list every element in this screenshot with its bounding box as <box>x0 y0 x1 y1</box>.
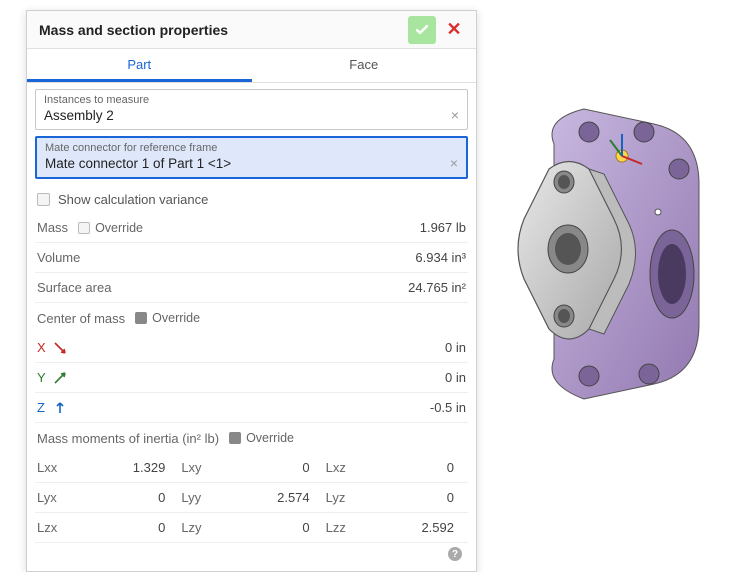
tabs: Part Face <box>27 49 476 83</box>
panel-header: Mass and section properties ✕ <box>27 11 476 49</box>
mass-override-checkbox[interactable] <box>78 222 90 234</box>
instances-label: Instances to measure <box>44 94 459 106</box>
confirm-button[interactable] <box>408 16 436 44</box>
surface-area-value: 24.765 in² <box>408 280 466 295</box>
tab-face[interactable]: Face <box>252 49 477 82</box>
center-of-mass-label: Center of mass <box>37 311 125 326</box>
lxx-value: 1.329 <box>71 453 179 483</box>
show-variance-row[interactable]: Show calculation variance <box>35 185 468 213</box>
axis-x-value: 0 in <box>445 340 466 355</box>
axis-x-name: X <box>37 340 51 355</box>
help-icon[interactable]: ? <box>448 547 462 561</box>
lyx-label: Lyx <box>35 483 71 513</box>
clear-instances-icon[interactable]: × <box>451 107 459 123</box>
mass-override-label: Override <box>95 221 143 235</box>
lzy-label: Lzy <box>179 513 215 543</box>
surface-area-label: Surface area <box>37 280 111 295</box>
center-of-mass-head: Center of mass Override <box>35 303 468 333</box>
lyz-label: Lyz <box>324 483 360 513</box>
com-override-checkbox[interactable] <box>135 312 147 324</box>
panel-body: Instances to measure Assembly 2 × Mate c… <box>27 83 476 571</box>
show-variance-checkbox[interactable] <box>37 193 50 206</box>
mate-connector-field[interactable]: Mate connector for reference frame Mate … <box>35 136 468 179</box>
lxz-label: Lxz <box>324 453 360 483</box>
instances-field[interactable]: Instances to measure Assembly 2 × <box>35 89 468 130</box>
close-icon: ✕ <box>446 19 461 40</box>
axis-y-name: Y <box>37 370 51 385</box>
lyy-label: Lyy <box>179 483 215 513</box>
lzz-label: Lzz <box>324 513 360 543</box>
com-override[interactable]: Override <box>135 311 200 325</box>
axis-x-arrow-icon <box>53 341 67 355</box>
mass-value: 1.967 lb <box>420 220 466 235</box>
axis-z-row: Z -0.5 in <box>35 393 468 423</box>
lyz-value: 0 <box>360 483 468 513</box>
inertia-override[interactable]: Override <box>229 431 294 445</box>
inertia-override-label: Override <box>246 431 294 445</box>
mass-section-panel: Mass and section properties ✕ Part Face … <box>26 10 477 572</box>
volume-row: Volume 6.934 in³ <box>35 243 468 273</box>
surface-area-row: Surface area 24.765 in² <box>35 273 468 303</box>
inertia-grid: Lxx1.329 Lxy0 Lxz0 Lyx0 Lyy2.574 Lyz0 Lz… <box>35 453 468 543</box>
mate-connector-value: Mate connector 1 of Part 1 <1> <box>45 156 458 171</box>
inertia-title: Mass moments of inertia (in² lb) <box>37 431 219 446</box>
lzx-value: 0 <box>71 513 179 543</box>
axis-z-name: Z <box>37 400 51 415</box>
lxy-label: Lxy <box>179 453 215 483</box>
lxx-label: Lxx <box>35 453 71 483</box>
volume-label: Volume <box>37 250 80 265</box>
axis-y-row: Y 0 in <box>35 363 468 393</box>
help-row: ? <box>35 543 468 565</box>
lzy-value: 0 <box>215 513 323 543</box>
check-icon <box>414 22 430 38</box>
close-button[interactable]: ✕ <box>440 16 468 44</box>
tab-part[interactable]: Part <box>27 49 252 82</box>
instances-value: Assembly 2 <box>44 108 459 123</box>
lxy-value: 0 <box>215 453 323 483</box>
volume-value: 6.934 in³ <box>415 250 466 265</box>
com-override-label: Override <box>152 311 200 325</box>
lzz-value: 2.592 <box>360 513 468 543</box>
mate-connector-label: Mate connector for reference frame <box>45 142 458 154</box>
panel-title: Mass and section properties <box>39 22 404 38</box>
lyx-value: 0 <box>71 483 179 513</box>
clear-mate-icon[interactable]: × <box>450 155 458 171</box>
axis-x-row: X 0 in <box>35 333 468 363</box>
part-3d-preview <box>494 74 718 426</box>
axis-y-value: 0 in <box>445 370 466 385</box>
inertia-override-checkbox[interactable] <box>229 432 241 444</box>
axis-z-arrow-icon <box>53 401 67 415</box>
3d-viewport[interactable] <box>494 74 718 426</box>
mass-override[interactable]: Override <box>78 221 143 235</box>
show-variance-label: Show calculation variance <box>58 192 208 207</box>
axis-z-value: -0.5 in <box>430 400 466 415</box>
inertia-head: Mass moments of inertia (in² lb) Overrid… <box>35 423 468 453</box>
lxz-value: 0 <box>360 453 468 483</box>
mass-label: Mass <box>37 220 68 235</box>
lzx-label: Lzx <box>35 513 71 543</box>
lyy-value: 2.574 <box>215 483 323 513</box>
mass-row: Mass Override 1.967 lb <box>35 213 468 243</box>
axis-y-arrow-icon <box>53 371 67 385</box>
